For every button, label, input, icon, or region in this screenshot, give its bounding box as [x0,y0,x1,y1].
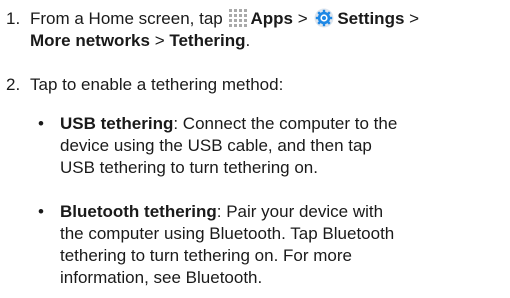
usb-tethering-title: USB tethering [60,114,174,133]
period: . [245,31,251,50]
bluetooth-tethering-title: Bluetooth tethering [60,202,217,221]
bullet-text-line: information, see Bluetooth. [60,268,263,287]
step-1-text: From a Home screen, tap Apps > Settings … [30,8,506,52]
bullet-text-line: USB tethering to turn tethering on. [60,158,318,177]
settings-gear-icon [314,8,334,28]
bullet-marker: • [38,114,44,133]
bullet-text-line: : Pair your device with [216,202,384,221]
apps-grid-icon [229,9,248,27]
settings-label: Settings [337,9,405,28]
tethering-label: Tethering [169,31,246,50]
step-number: 2. [6,75,21,94]
bullet-bluetooth-text: Bluetooth tethering: Pair your device wi… [60,201,495,289]
bullet-text-line: device using the USB cable, and then tap [60,136,372,155]
separator: > [404,9,420,28]
apps-label: Apps [250,9,293,28]
step-2-text: Tap to enable a tethering method: [30,75,284,94]
step-number: 1. [6,9,21,28]
separator: > [149,31,170,50]
bullet-text-line: tethering to turn tethering on. For more [60,246,352,265]
bullet-text-line: the computer using Bluetooth. Tap Blueto… [60,224,395,243]
separator: > [292,9,313,28]
bullet-usb-text: USB tethering: Connect the computer to t… [60,113,495,179]
bullet-marker: • [38,202,44,221]
step-1-intro: From a Home screen, tap [30,9,228,28]
bullet-text-line: : Connect the computer to the [173,114,398,133]
more-networks-label: More networks [30,31,150,50]
